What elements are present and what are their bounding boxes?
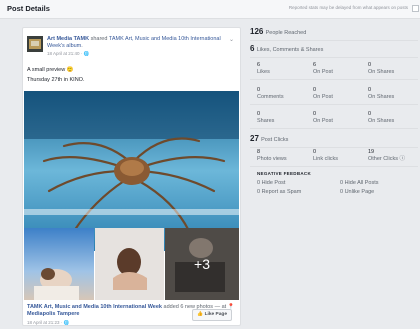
shares-total: 0 — [257, 111, 261, 117]
engagement-total: 6 Likes, Comments & Shares — [250, 44, 418, 53]
checkbox-icon[interactable] — [412, 5, 419, 12]
comments-on-shares-label: On Shares — [368, 94, 395, 100]
likes-on-shares: 0 — [368, 62, 372, 68]
shared-text: shared — [90, 36, 108, 42]
comments-on-post-label: On Post — [313, 94, 333, 100]
likes-on-post: 6 — [313, 62, 317, 68]
shared-end: . — [81, 43, 83, 49]
main-photo[interactable] — [24, 91, 239, 251]
clicks-value: 27 — [250, 134, 259, 143]
header-bar: Post Details Reported stats may be delay… — [0, 0, 420, 19]
likes-on-post-label: On Post — [313, 69, 333, 75]
reached-value: 126 — [250, 27, 264, 36]
stats-delay-note: Reported stats may be delayed from what … — [288, 5, 408, 10]
photo-thumb-2[interactable] — [95, 228, 164, 300]
hide-all-posts-stat: 0 Hide All Posts — [340, 180, 379, 186]
photo-views-label: Photo views — [257, 156, 287, 162]
likes-on-shares-label: On Shares — [368, 69, 395, 75]
shares-on-post: 0 — [313, 111, 317, 117]
reached-label: People Reached — [265, 30, 307, 36]
shares-on-shares-label: On Shares — [368, 118, 395, 124]
more-photos-count[interactable]: +3 — [165, 228, 239, 300]
post-text: A small preview 🙂 Thursday 27th in KINO. — [27, 65, 84, 85]
post-clicks: 27 Post Clicks — [250, 134, 418, 143]
shares-on-post-label: On Post — [313, 118, 333, 124]
photo-thumb-3[interactable]: +3 — [165, 228, 239, 300]
people-reached: 126 People Reached — [250, 27, 418, 36]
page-avatar[interactable] — [27, 36, 43, 52]
album-name-link[interactable]: TAMK Art, Music and Media 10th Internati… — [27, 304, 162, 310]
unlike-page-stat: 0 Unlike Page — [340, 189, 375, 195]
link-clicks-label: Link clicks — [313, 156, 339, 162]
other-clicks-label: Other Clicks ⓘ — [368, 156, 405, 162]
shares-on-shares: 0 — [368, 111, 372, 117]
comments-label: Comments — [257, 94, 284, 100]
shares-label: Shares — [257, 118, 275, 124]
hide-post-stat: 0 Hide Post — [257, 180, 286, 186]
report-spam-stat: 0 Report as Spam — [257, 189, 302, 195]
negative-feedback-heading: NEGATIVE FEEDBACK — [257, 171, 312, 176]
page-name-link[interactable]: Art Media TAMK — [47, 36, 89, 42]
engagement-label: Likes, Comments & Shares — [256, 47, 324, 53]
post-header: Art Media TAMK shared TAMK Art, Music an… — [47, 36, 227, 50]
clicks-label: Post Clicks — [261, 137, 289, 143]
page-title: Post Details — [7, 4, 50, 13]
post-timestamp[interactable]: 18 April at 21:40 · 🌐 — [47, 51, 89, 57]
like-page-button[interactable]: 👍 Like Page — [192, 309, 232, 321]
comments-total: 0 — [257, 87, 261, 93]
post-card: Art Media TAMK shared TAMK Art, Music an… — [22, 27, 241, 326]
post-text-line-2: Thursday 27th in KINO. — [27, 77, 85, 83]
engagement-value: 6 — [250, 44, 255, 53]
other-clicks-value: 19 — [368, 149, 375, 155]
photo-thumb-1[interactable] — [24, 228, 94, 300]
chevron-down-icon[interactable]: ⌄ — [229, 36, 234, 43]
photo-views-value: 8 — [257, 149, 261, 155]
likes-label: Likes — [257, 69, 270, 75]
post-text-line-1: A small preview 🙂 — [27, 67, 74, 73]
comments-on-post: 0 — [313, 87, 317, 93]
comments-on-shares: 0 — [368, 87, 372, 93]
link-clicks-value: 0 — [313, 149, 317, 155]
photo-grid: +3 — [24, 228, 239, 300]
album-timestamp[interactable]: 18 April at 21:23 · 🌐 — [27, 320, 69, 326]
likes-total: 6 — [257, 62, 261, 68]
